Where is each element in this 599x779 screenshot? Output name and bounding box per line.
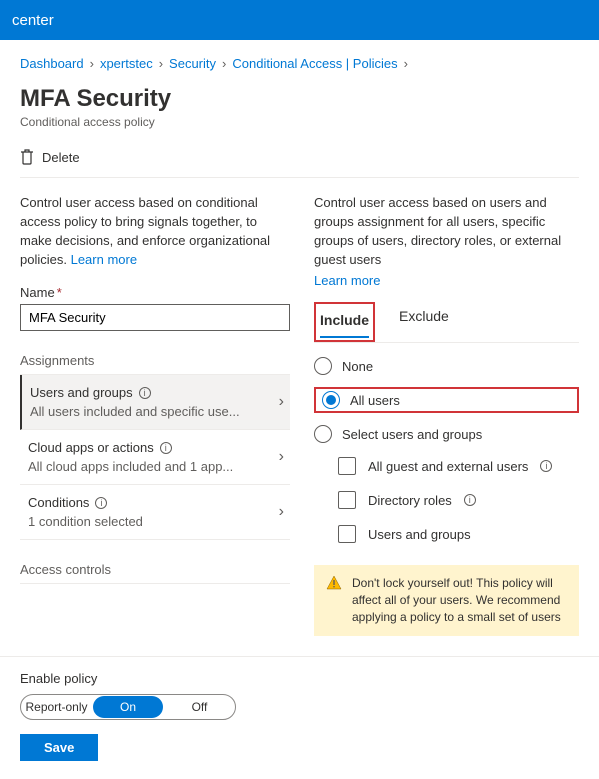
assignment-title: Conditions — [28, 495, 89, 510]
radio-label: Select users and groups — [342, 427, 482, 442]
top-app-bar: center — [0, 0, 599, 40]
breadcrumb: Dashboard › xpertstec › Security › Condi… — [20, 56, 579, 71]
checkbox-icon — [338, 491, 356, 509]
enable-policy-toggle[interactable]: Report-only On Off — [20, 694, 236, 720]
name-input[interactable] — [20, 304, 290, 331]
assignment-value: 1 condition selected — [28, 514, 279, 529]
assignment-title: Users and groups — [30, 385, 133, 400]
breadcrumb-policies[interactable]: Conditional Access | Policies — [232, 56, 397, 71]
chevron-right-icon: › — [222, 56, 226, 71]
trash-icon — [20, 149, 34, 165]
name-label: Name* — [20, 285, 290, 300]
right-description: Control user access based on users and g… — [314, 194, 579, 269]
radio-none[interactable]: None — [314, 357, 579, 375]
radio-icon — [314, 425, 332, 443]
assignment-users-groups[interactable]: Users and groups i All users included an… — [20, 375, 290, 430]
left-description: Control user access based on conditional… — [20, 194, 290, 269]
include-exclude-tabs: Include Exclude — [314, 302, 579, 343]
radio-all-users[interactable]: All users — [322, 391, 571, 409]
info-icon[interactable]: i — [139, 387, 151, 399]
breadcrumb-dashboard[interactable]: Dashboard — [20, 56, 84, 71]
chevron-right-icon: › — [279, 503, 284, 521]
toggle-report-only[interactable]: Report-only — [21, 695, 92, 719]
assignment-value: All users included and specific use... — [30, 404, 279, 419]
highlight-all-users: All users — [314, 387, 579, 413]
check-guest-external[interactable]: All guest and external users i — [338, 457, 579, 475]
warning-text: Don't lock yourself out! This policy wil… — [352, 575, 567, 625]
chevron-right-icon: › — [279, 393, 284, 411]
toolbar: Delete — [20, 143, 579, 178]
user-scope-radios: None All users Select users and groups — [314, 357, 579, 443]
info-icon[interactable]: i — [95, 497, 107, 509]
warning-icon — [326, 575, 342, 625]
required-indicator: * — [57, 285, 62, 300]
chevron-right-icon: › — [404, 56, 408, 71]
checkbox-icon — [338, 457, 356, 475]
check-label: All guest and external users — [368, 459, 528, 474]
check-label: Directory roles — [368, 493, 452, 508]
tab-include[interactable]: Include — [320, 306, 369, 338]
page-subtitle: Conditional access policy — [20, 115, 579, 129]
checkbox-icon — [338, 525, 356, 543]
check-users-groups[interactable]: Users and groups — [338, 525, 579, 543]
user-filters-checklist: All guest and external users i Directory… — [338, 457, 579, 543]
assignment-title: Cloud apps or actions — [28, 440, 154, 455]
info-icon[interactable]: i — [464, 494, 476, 506]
access-controls-header: Access controls — [20, 562, 290, 584]
radio-label: None — [342, 359, 373, 374]
tab-exclude[interactable]: Exclude — [399, 302, 449, 342]
enable-policy-label: Enable policy — [20, 671, 579, 686]
assignment-conditions[interactable]: Conditions i 1 condition selected › — [20, 485, 290, 540]
delete-label: Delete — [42, 150, 80, 165]
chevron-right-icon: › — [159, 56, 163, 71]
app-title: center — [12, 12, 54, 29]
radio-icon — [322, 391, 340, 409]
radio-icon — [314, 357, 332, 375]
learn-more-link[interactable]: Learn more — [71, 252, 137, 267]
delete-button[interactable]: Delete — [20, 149, 80, 165]
radio-label: All users — [350, 393, 400, 408]
check-label: Users and groups — [368, 527, 471, 542]
info-icon[interactable]: i — [540, 460, 552, 472]
page-title: MFA Security — [20, 85, 579, 113]
bottom-bar: Enable policy Report-only On Off Save — [0, 656, 599, 779]
info-icon[interactable]: i — [160, 442, 172, 454]
assignment-cloud-apps[interactable]: Cloud apps or actions i All cloud apps i… — [20, 430, 290, 485]
left-panel: Control user access based on conditional… — [20, 194, 290, 636]
highlight-include: Include — [314, 302, 375, 342]
assignment-value: All cloud apps included and 1 app... — [28, 459, 279, 474]
radio-select-users-groups[interactable]: Select users and groups — [314, 425, 579, 443]
warning-banner: Don't lock yourself out! This policy wil… — [314, 565, 579, 635]
save-button[interactable]: Save — [20, 734, 98, 761]
learn-more-link[interactable]: Learn more — [314, 273, 380, 288]
chevron-right-icon: › — [90, 56, 94, 71]
right-panel: Control user access based on users and g… — [314, 194, 579, 636]
check-directory-roles[interactable]: Directory roles i — [338, 491, 579, 509]
toggle-on[interactable]: On — [93, 696, 163, 718]
breadcrumb-security[interactable]: Security — [169, 56, 216, 71]
chevron-right-icon: › — [279, 448, 284, 466]
toggle-off[interactable]: Off — [164, 695, 235, 719]
assignments-header: Assignments — [20, 353, 290, 375]
breadcrumb-tenant[interactable]: xpertstec — [100, 56, 153, 71]
